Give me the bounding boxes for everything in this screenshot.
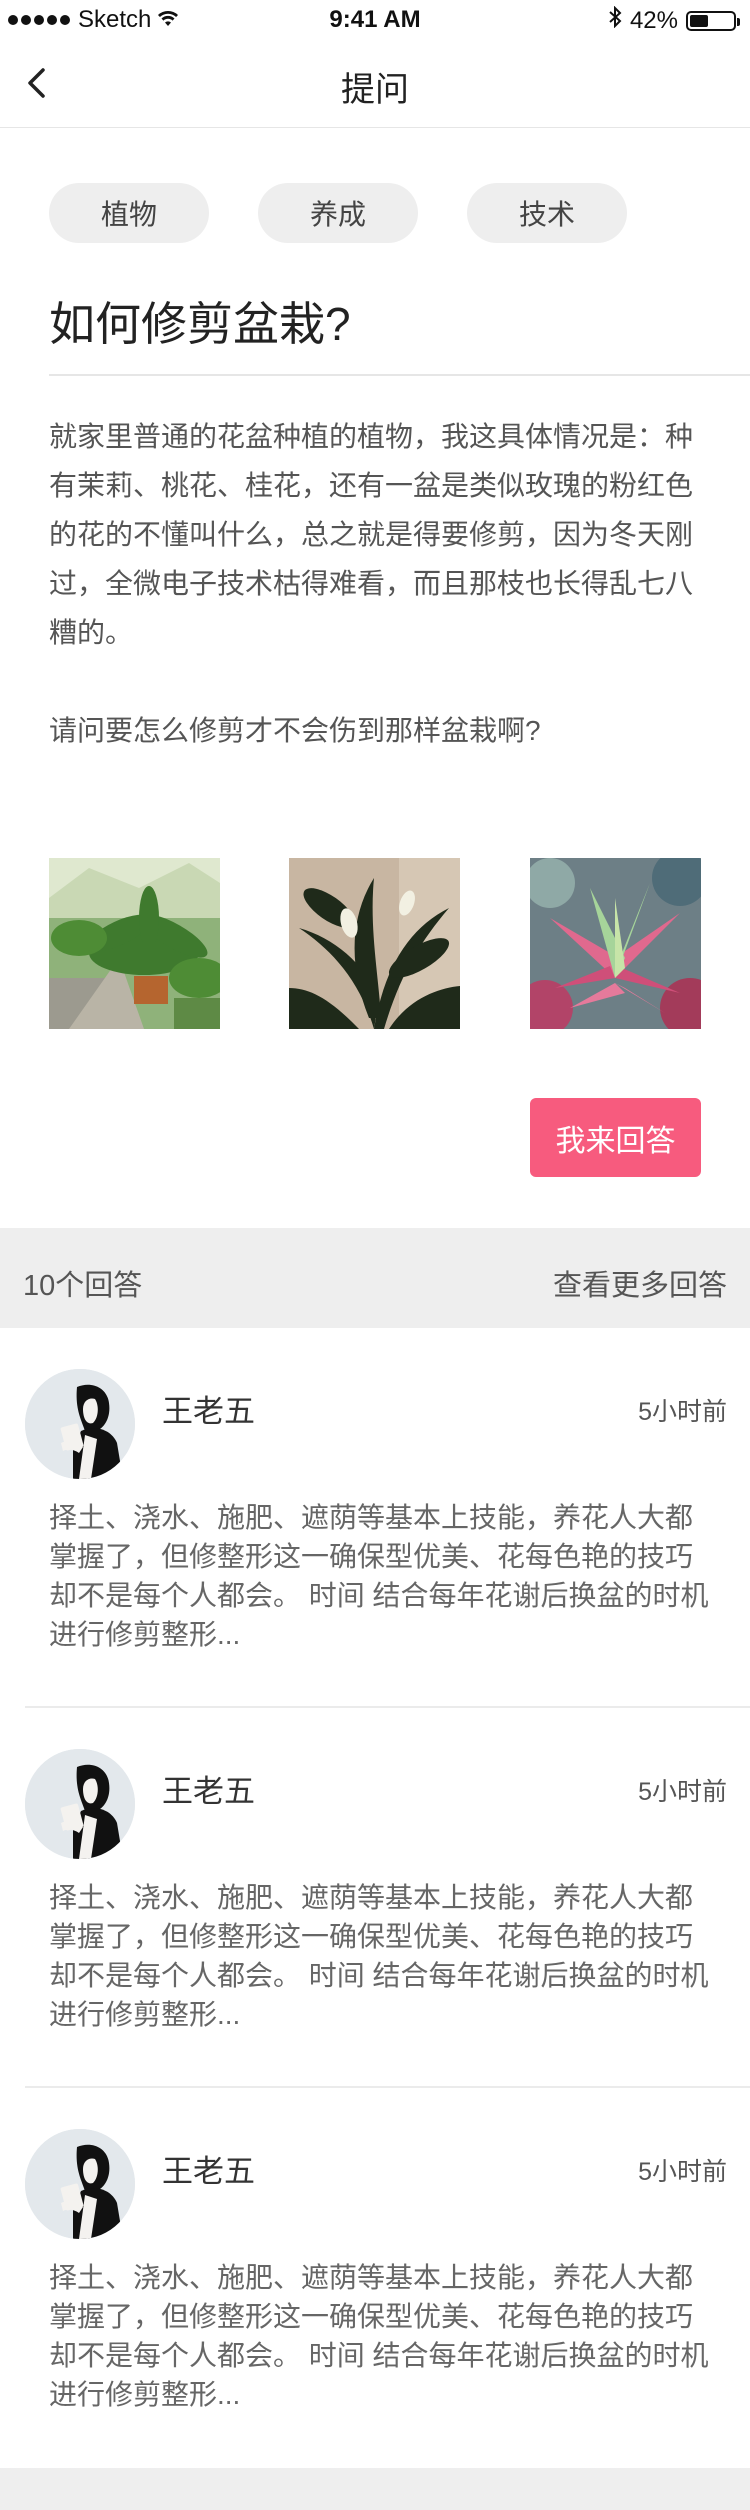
avatar[interactable] [25, 1749, 135, 1859]
tag-cultivation[interactable]: 养成 [258, 183, 418, 243]
bluetooth-icon [608, 5, 622, 35]
question-body: 就家里普通的花盆种植的植物，我这具体情况是：种有茉莉、桃花、桂花，还有一盆是类似… [49, 412, 719, 755]
answer-item[interactable]: 王老五 5小时前 择土、浇水、施肥、遮荫等基本上技能，养花人大都掌握了，但修整形… [0, 2088, 750, 2468]
battery-level [690, 14, 708, 27]
answer-text: 择土、浇水、施肥、遮荫等基本上技能，养花人大都掌握了，但修整形这一确保型优美、花… [49, 1882, 709, 2030]
tag-plants[interactable]: 植物 [49, 183, 209, 243]
answer-item[interactable]: 王老五 5小时前 择土、浇水、施肥、遮荫等基本上技能，养花人大都掌握了，但修整形… [0, 1708, 750, 2088]
avatar[interactable] [25, 2129, 135, 2239]
status-bar: Sketch 9:41 AM 42% [0, 0, 750, 40]
question-image-succulent[interactable] [530, 858, 701, 1029]
bottom-bar [0, 2468, 750, 2510]
answer-time: 5小时前 [638, 2158, 727, 2186]
tag-technique[interactable]: 技术 [467, 183, 627, 243]
avatar[interactable] [25, 1369, 135, 1479]
page-title: 提问 [341, 71, 409, 109]
question-paragraph: 请问要怎么修剪才不会伤到那样盆栽啊? [49, 715, 541, 746]
answer-text: 择土、浇水、施肥、遮荫等基本上技能，养花人大都掌握了，但修整形这一确保型优美、花… [49, 2262, 709, 2410]
answer-time: 5小时前 [638, 1778, 727, 1806]
question-title: 如何修剪盆栽? [49, 298, 351, 350]
answer-author: 王老五 [162, 1394, 255, 1429]
answer-text: 择土、浇水、施肥、遮荫等基本上技能，养花人大都掌握了，但修整形这一确保型优美、花… [49, 1502, 709, 1650]
answers-count: 10个回答 [23, 1270, 143, 1302]
tag-list: 植物 养成 技术 [49, 183, 627, 243]
answer-author: 王老五 [162, 1774, 255, 1809]
answer-author: 王老五 [162, 2154, 255, 2189]
question-image-peace-lily[interactable] [289, 858, 460, 1029]
answers-header: 10个回答 查看更多回答 [0, 1228, 750, 1328]
question-image-palm-greenhouse[interactable] [49, 858, 220, 1029]
status-right: 42% [608, 5, 740, 35]
answer-item[interactable]: 王老五 5小时前 择土、浇水、施肥、遮荫等基本上技能，养花人大都掌握了，但修整形… [0, 1328, 750, 1708]
battery-icon [686, 10, 740, 31]
question-paragraph: 就家里普通的花盆种植的植物，我这具体情况是：种有茉莉、桃花、桂花，还有一盆是类似… [49, 421, 694, 648]
battery-percent: 42% [629, 6, 678, 34]
answer-time: 5小时前 [638, 1398, 727, 1426]
divider [49, 374, 750, 376]
nav-bar: 提问 [0, 40, 750, 128]
more-answers-link[interactable]: 查看更多回答 [553, 1262, 727, 1304]
answer-button[interactable]: 我来回答 [530, 1098, 701, 1177]
